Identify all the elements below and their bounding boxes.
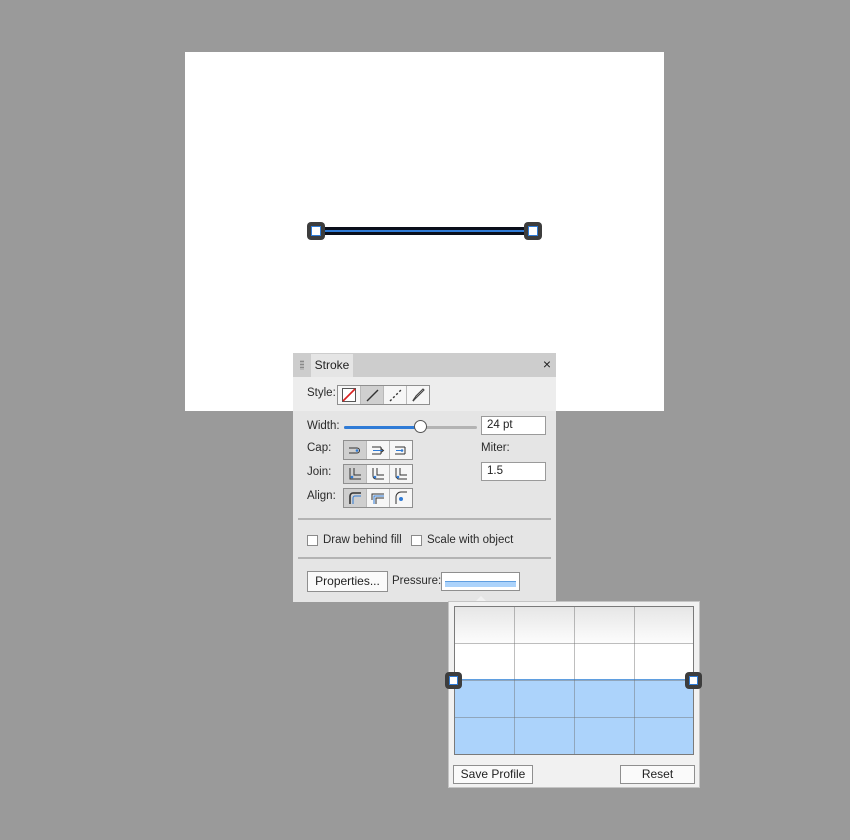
align-inside-button[interactable] (344, 489, 367, 507)
drag-grip-icon[interactable] (300, 360, 304, 370)
stroke-panel: Stroke × Style: Width: 24 pt Cap: Miter:… (293, 353, 556, 602)
style-label: Style: (307, 387, 336, 399)
align-outside-button[interactable] (390, 489, 412, 507)
solid-line-style-button[interactable] (361, 386, 384, 404)
selected-line-stroke[interactable] (318, 227, 534, 235)
pressure-start-node[interactable] (445, 672, 462, 689)
round-cap-button[interactable] (367, 441, 390, 459)
pressure-popup: Save Profile Reset (445, 602, 702, 787)
scale-with-object-label: Scale with object (427, 534, 514, 546)
scale-with-object-checkbox[interactable] (411, 535, 422, 546)
grid-line (455, 643, 693, 644)
width-slider-fill (344, 426, 420, 429)
align-outside-icon (395, 491, 407, 504)
cap-button-group (343, 440, 413, 460)
pressure-graph[interactable] (454, 606, 694, 755)
align-center-icon (371, 493, 384, 504)
pressure-preview-button[interactable] (441, 572, 520, 591)
grid-line (455, 717, 693, 718)
align-button-group (343, 488, 413, 508)
line-selection-outline (318, 230, 534, 232)
miter-field[interactable]: 1.5 (481, 462, 546, 481)
tab-stroke[interactable]: Stroke (311, 354, 353, 377)
width-slider-thumb[interactable] (414, 420, 427, 433)
brush-style-icon (412, 388, 425, 402)
brush-style-button[interactable] (407, 386, 429, 404)
separator (298, 557, 551, 559)
pressure-preview-bar (445, 581, 516, 587)
join-label: Join: (307, 466, 332, 478)
draw-behind-fill-label: Draw behind fill (323, 534, 402, 546)
separator (298, 518, 551, 520)
reset-button[interactable]: Reset (620, 765, 695, 784)
align-center-button[interactable] (367, 489, 390, 507)
square-cap-button[interactable] (390, 441, 412, 459)
miter-label: Miter: (481, 442, 510, 454)
solid-line-style-icon (366, 389, 379, 402)
align-label: Align: (307, 490, 336, 502)
style-row: Style: (293, 377, 556, 411)
bevel-join-button[interactable] (390, 465, 412, 483)
line-end-node[interactable] (524, 222, 542, 240)
round-cap-icon (372, 446, 385, 455)
miter-join-button[interactable] (344, 465, 367, 483)
square-cap-icon (395, 446, 406, 455)
align-inside-icon (349, 492, 361, 504)
width-slider[interactable] (344, 420, 477, 433)
dashed-line-style-icon (389, 389, 402, 402)
round-join-button[interactable] (367, 465, 390, 483)
grid-line (455, 680, 693, 681)
round-join-icon (372, 468, 384, 480)
none-style-icon (342, 388, 356, 402)
width-label: Width: (307, 420, 340, 432)
butt-cap-icon (349, 447, 360, 454)
join-button-group (343, 464, 413, 484)
line-start-node[interactable] (307, 222, 325, 240)
properties-button[interactable]: Properties... (307, 571, 388, 592)
bevel-join-icon (395, 468, 407, 480)
save-profile-button[interactable]: Save Profile (453, 765, 533, 784)
close-icon[interactable]: × (543, 356, 551, 372)
style-button-group (337, 385, 430, 405)
pressure-end-node[interactable] (685, 672, 702, 689)
none-style-button[interactable] (338, 386, 361, 404)
pressure-label: Pressure: (392, 575, 442, 587)
width-field[interactable]: 24 pt (481, 416, 546, 435)
butt-cap-button[interactable] (344, 441, 367, 459)
miter-join-icon (349, 468, 361, 480)
panel-header: Stroke × (293, 353, 556, 377)
cap-label: Cap: (307, 442, 332, 454)
dashed-line-style-button[interactable] (384, 386, 407, 404)
draw-behind-fill-checkbox[interactable] (307, 535, 318, 546)
